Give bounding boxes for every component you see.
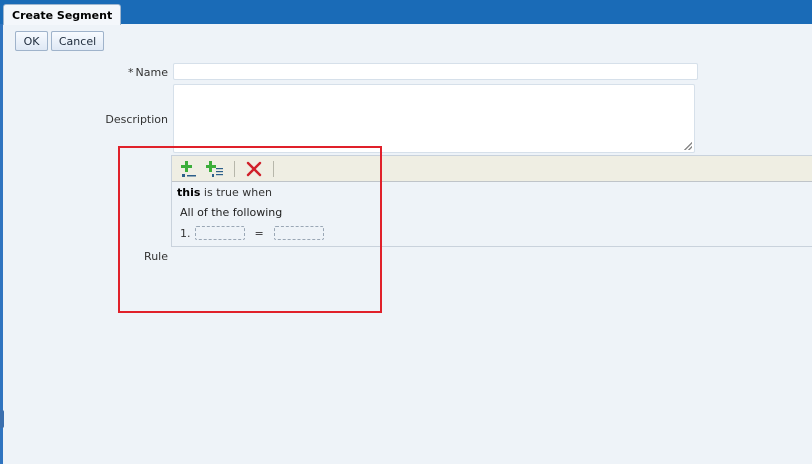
name-input[interactable] <box>173 63 698 80</box>
splitter-handle[interactable] <box>0 410 4 428</box>
name-label-text: Name <box>135 66 168 79</box>
title-bar <box>0 0 812 24</box>
cancel-button[interactable]: Cancel <box>51 31 104 51</box>
name-label: * Name <box>110 66 168 79</box>
description-textarea[interactable] <box>173 84 695 153</box>
description-label: Description <box>105 113 168 126</box>
ok-button[interactable]: OK <box>15 31 48 51</box>
resize-grip-icon[interactable] <box>684 142 692 150</box>
tab-create-segment[interactable]: Create Segment <box>3 4 122 25</box>
required-marker: * <box>128 66 134 79</box>
highlight-box <box>118 146 382 313</box>
left-frame-edge <box>0 24 3 464</box>
